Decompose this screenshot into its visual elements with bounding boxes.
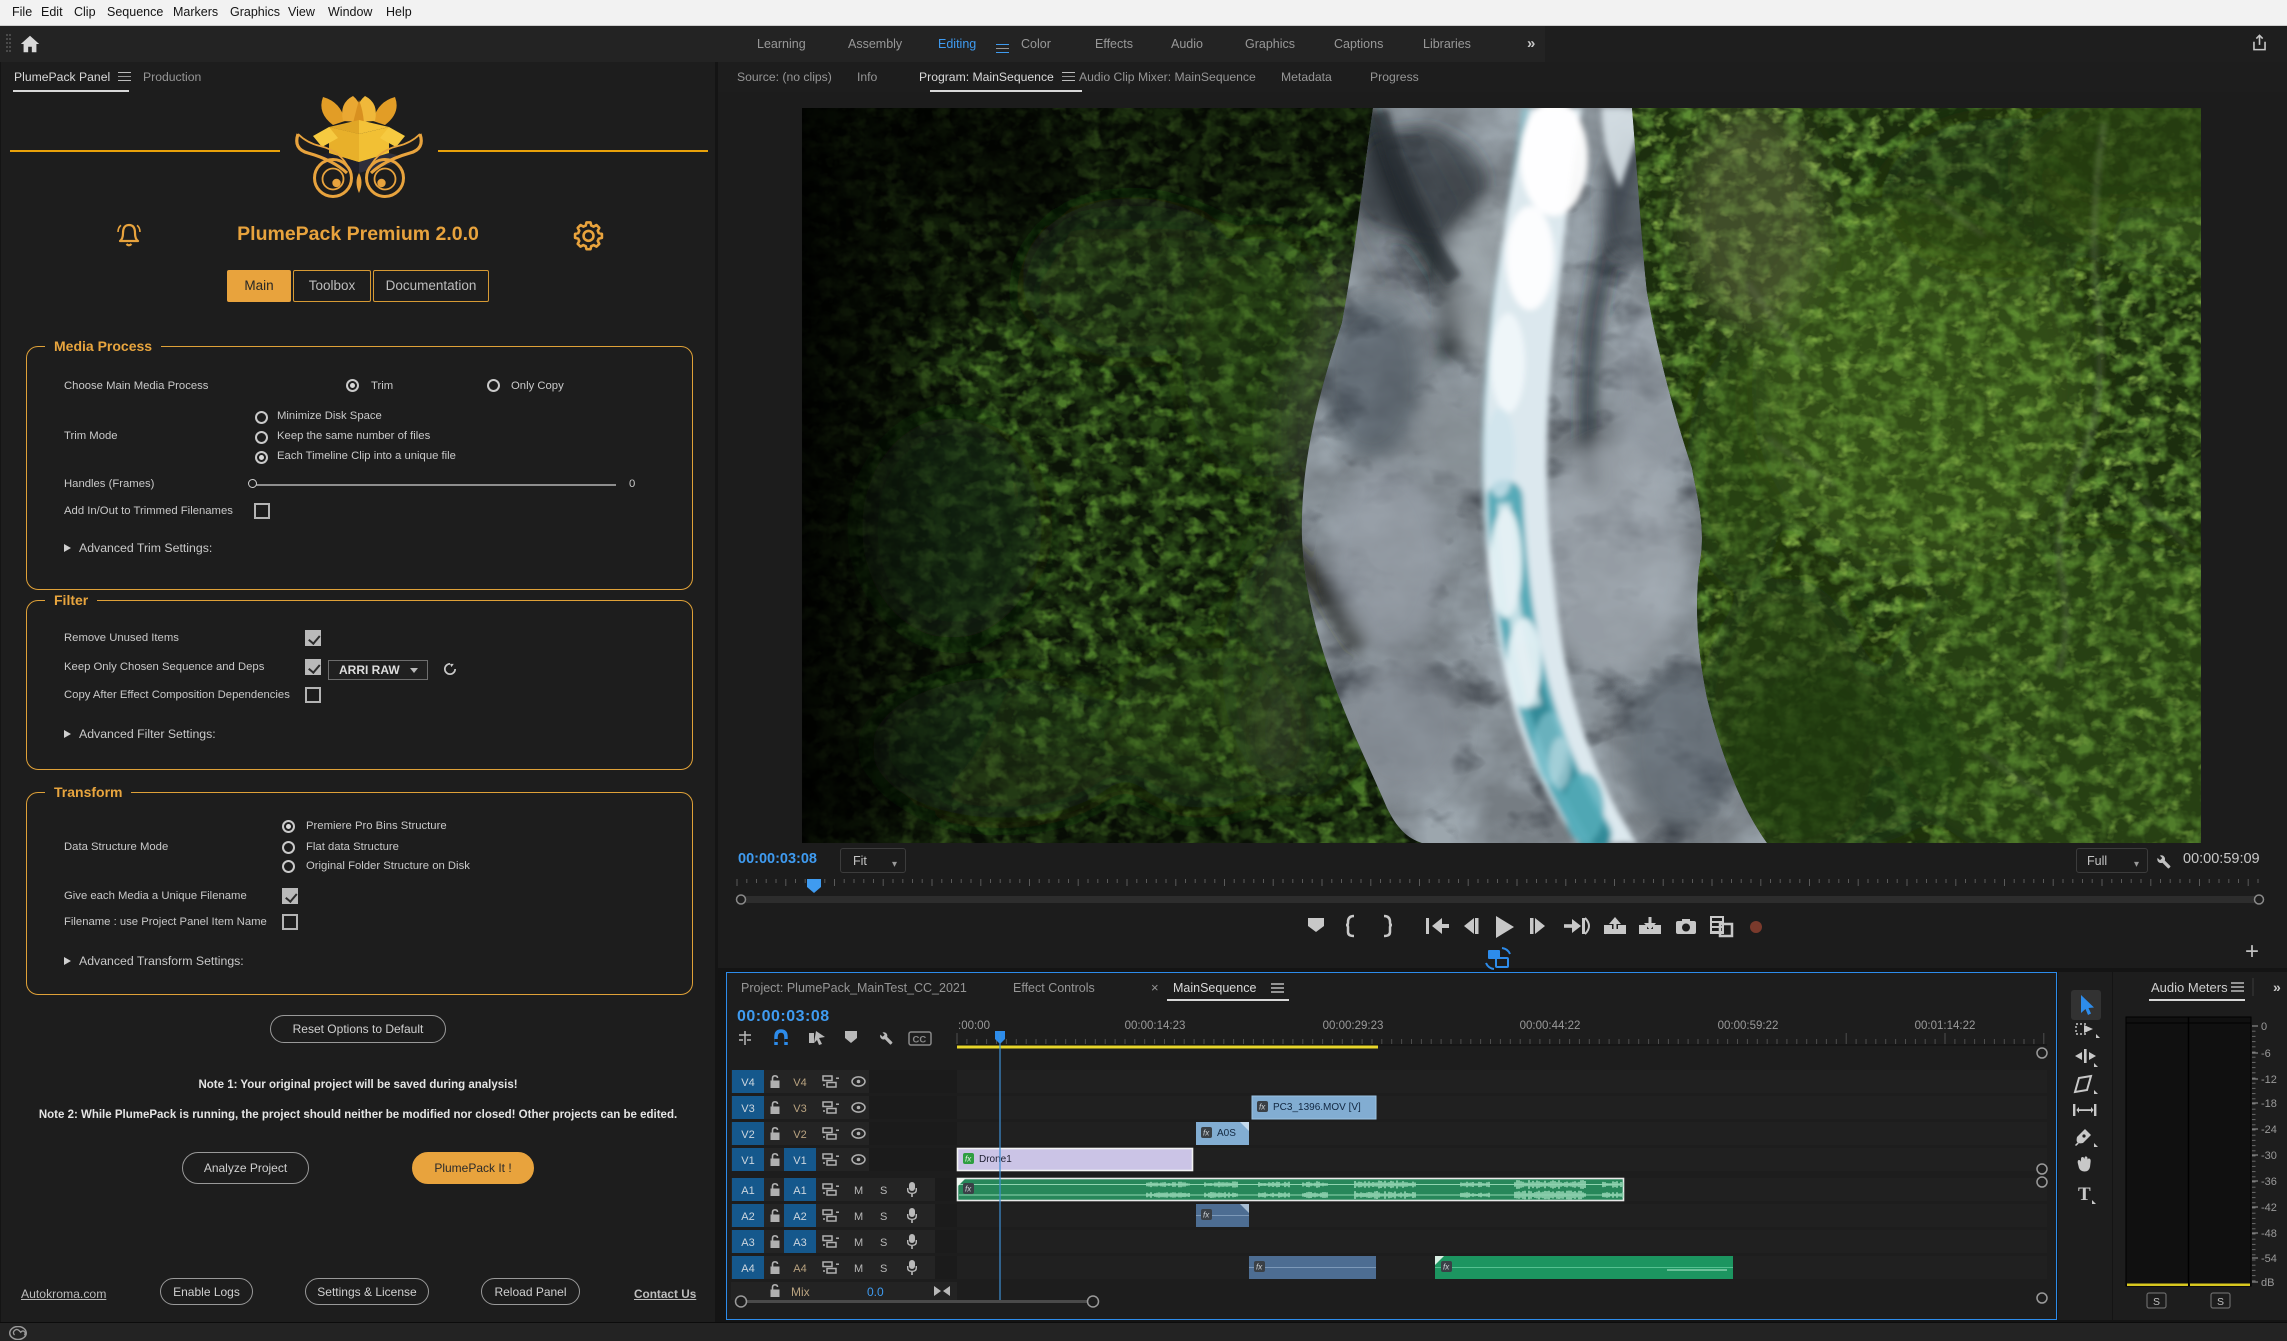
svg-text:S: S [880, 1237, 887, 1249]
svg-text:00:00:29:23: 00:00:29:23 [1323, 1020, 1384, 1032]
svg-text:A2: A2 [741, 1211, 754, 1223]
svg-text:MainSequence: MainSequence [1173, 981, 1256, 995]
svg-text:0: 0 [2261, 1021, 2267, 1033]
svg-text:fx: fx [965, 1185, 972, 1194]
svg-text:A3: A3 [741, 1237, 754, 1249]
svg-text:Project: PlumePack_MainTest_CC: Project: PlumePack_MainTest_CC_2021 [741, 981, 967, 995]
svg-text:V1: V1 [741, 1155, 754, 1167]
svg-text:V3: V3 [793, 1103, 806, 1115]
svg-text:V2: V2 [793, 1129, 806, 1141]
svg-text:fx: fx [1203, 1129, 1210, 1138]
svg-text:00:00:44:22: 00:00:44:22 [1520, 1020, 1581, 1032]
svg-text:-6: -6 [2261, 1048, 2271, 1060]
svg-text:CC: CC [913, 1035, 927, 1046]
svg-text:V4: V4 [793, 1077, 806, 1089]
svg-text:-36: -36 [2261, 1176, 2277, 1188]
svg-text:V2: V2 [741, 1129, 754, 1141]
svg-text:fx: fx [1443, 1263, 1450, 1272]
svg-text:S: S [880, 1211, 887, 1223]
svg-text:S: S [880, 1185, 887, 1197]
svg-text:-30: -30 [2261, 1150, 2277, 1162]
svg-text:A1: A1 [741, 1185, 754, 1197]
svg-text:M: M [854, 1211, 863, 1223]
svg-text:M: M [854, 1237, 863, 1249]
svg-text:-48: -48 [2261, 1228, 2277, 1240]
svg-text:00:00:03:08: 00:00:03:08 [737, 1008, 830, 1025]
svg-text:00:00:14:23: 00:00:14:23 [1125, 1020, 1186, 1032]
svg-text:00:00:59:22: 00:00:59:22 [1718, 1020, 1779, 1032]
svg-text:T: T [2078, 1184, 2091, 1205]
svg-text:-18: -18 [2261, 1098, 2277, 1110]
svg-text:S: S [2153, 1296, 2160, 1308]
svg-text:A1: A1 [793, 1185, 806, 1197]
svg-text:fx: fx [1203, 1211, 1210, 1220]
svg-text:0.0: 0.0 [867, 1285, 884, 1299]
svg-text:Drone1: Drone1 [979, 1154, 1012, 1165]
svg-text:Mix: Mix [791, 1285, 810, 1299]
svg-text:A4: A4 [741, 1263, 754, 1275]
svg-text:V3: V3 [741, 1103, 754, 1115]
svg-text:-54: -54 [2261, 1253, 2277, 1265]
svg-text:PC3_1396.MOV [V]: PC3_1396.MOV [V] [1273, 1102, 1361, 1113]
svg-text:×: × [1151, 980, 1159, 995]
svg-text:S: S [2217, 1296, 2224, 1308]
svg-text:A2: A2 [793, 1211, 806, 1223]
svg-text:fx: fx [965, 1155, 972, 1164]
svg-text:fx: fx [1256, 1263, 1263, 1272]
svg-text:M: M [854, 1263, 863, 1275]
svg-text:-24: -24 [2261, 1124, 2277, 1136]
svg-text::00:00: :00:00 [958, 1020, 990, 1032]
svg-text:-12: -12 [2261, 1074, 2277, 1086]
svg-text:A3: A3 [793, 1237, 806, 1249]
svg-text:dB: dB [2261, 1277, 2274, 1289]
svg-text:00:01:14:22: 00:01:14:22 [1915, 1020, 1976, 1032]
svg-text:fx: fx [1259, 1103, 1266, 1112]
svg-text:-42: -42 [2261, 1202, 2277, 1214]
svg-text:Effect Controls: Effect Controls [1013, 981, 1095, 995]
svg-text:»: » [2273, 979, 2281, 995]
svg-text:A0S: A0S [1217, 1128, 1236, 1139]
svg-text:V1: V1 [793, 1155, 806, 1167]
svg-text:S: S [880, 1263, 887, 1275]
svg-text:V4: V4 [741, 1077, 754, 1089]
svg-text:A4: A4 [793, 1263, 806, 1275]
svg-text:Audio Meters: Audio Meters [2151, 980, 2228, 995]
svg-text:M: M [854, 1185, 863, 1197]
